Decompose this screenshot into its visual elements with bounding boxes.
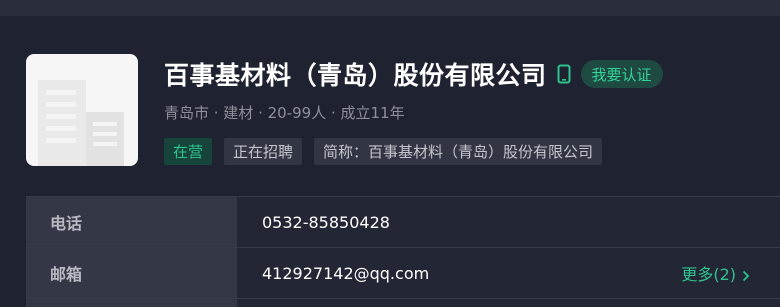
next-row-label <box>26 299 237 307</box>
email-label: 邮箱 <box>26 248 237 298</box>
status-badge: 在营 <box>164 138 213 165</box>
company-header: 百事基材料（青岛）股份有限公司 我要认证 青岛市 · 建材 · 20-99人 ·… <box>0 16 780 196</box>
more-emails-link[interactable]: 更多(2) <box>681 248 750 298</box>
contact-info-table: 电话 0532-85850428 邮箱 412927142@qq.com 更多(… <box>26 196 780 307</box>
email-row: 邮箱 412927142@qq.com 更多(2) <box>26 247 780 298</box>
more-emails-label: 更多(2) <box>681 265 736 284</box>
phone-value[interactable]: 0532-85850428 <box>262 213 390 232</box>
phone-row: 电话 0532-85850428 <box>26 196 780 247</box>
next-row-value <box>237 299 780 307</box>
company-tags: 在营 正在招聘 简称：百事基材料（青岛）股份有限公司 <box>164 138 603 165</box>
company-logo <box>26 54 138 166</box>
chevron-right-icon <box>742 267 750 282</box>
verify-button[interactable]: 我要认证 <box>580 60 663 88</box>
phone-value-cell: 0532-85850428 <box>237 197 780 247</box>
next-row-partial <box>26 298 780 307</box>
hiring-badge[interactable]: 正在招聘 <box>224 138 303 165</box>
top-strip <box>0 0 780 16</box>
company-name: 百事基材料（青岛）股份有限公司 <box>164 61 547 90</box>
email-value[interactable]: 412927142@qq.com <box>262 264 429 283</box>
short-name-badge: 简称：百事基材料（青岛）股份有限公司 <box>314 138 603 165</box>
title-row: 百事基材料（青岛）股份有限公司 我要认证 <box>164 56 663 92</box>
company-meta: 青岛市 · 建材 · 20-99人 · 成立11年 <box>164 104 405 122</box>
phone-icon[interactable] <box>557 64 571 84</box>
phone-label: 电话 <box>26 197 237 247</box>
email-value-cell: 412927142@qq.com 更多(2) <box>237 248 780 298</box>
building-logo-icon <box>38 80 124 166</box>
